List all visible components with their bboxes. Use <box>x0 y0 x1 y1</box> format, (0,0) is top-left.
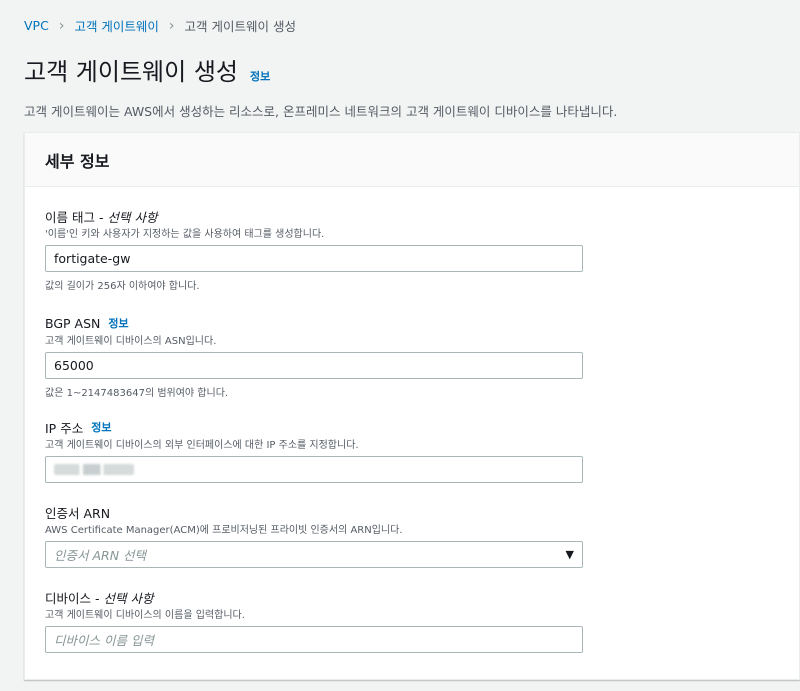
ip-address-label-text: IP 주소 <box>45 420 84 436</box>
name-tag-label: 이름 태그 - 선택 사항 <box>45 208 583 225</box>
name-tag-optional: 선택 사항 <box>107 209 158 225</box>
bgp-asn-info-link[interactable]: 정보 <box>108 315 128 331</box>
device-field: 디바이스 - 선택 사항 고객 게이트웨이 디바이스의 이름을 입력합니다. 디… <box>45 589 583 653</box>
ip-address-field: IP 주소 정보 고객 게이트웨이 디바이스의 외부 인터페이스에 대한 IP … <box>45 419 583 483</box>
device-name-input[interactable]: 디바이스 이름 입력 <box>45 626 583 653</box>
ip-address-input[interactable] <box>45 456 583 483</box>
caret-down-icon: ▼ <box>565 548 574 561</box>
bgp-asn-hint: 값은 1~2147483647의 범위여야 합니다. <box>45 388 229 399</box>
panel-header: 세부 정보 <box>25 133 799 187</box>
name-tag-hint: 값의 길이가 256자 이하여야 합니다. <box>45 281 200 292</box>
ip-address-label: IP 주소 정보 <box>45 419 583 436</box>
name-tag-input[interactable]: fortigate-gw <box>45 245 583 272</box>
bgp-asn-input[interactable]: 65000 <box>45 352 583 379</box>
breadcrumb-vpc-link[interactable]: VPC <box>24 18 49 33</box>
device-label: 디바이스 - 선택 사항 <box>45 589 583 606</box>
bgp-asn-description: 고객 게이트웨이 디바이스의 ASN입니다. <box>45 336 217 347</box>
bgp-asn-field: BGP ASN 정보 고객 게이트웨이 디바이스의 ASN입니다. 65000 … <box>45 315 583 399</box>
certificate-arn-field: 인증서 ARN AWS Certificate Manager(ACM)에 프로… <box>45 504 583 568</box>
bgp-asn-label: BGP ASN 정보 <box>45 315 583 331</box>
certificate-arn-description: AWS Certificate Manager(ACM)에 프로비저닝된 프라이… <box>45 525 403 536</box>
page-description: 고객 게이트웨이는 AWS에서 생성하는 리소스로, 온프레미스 네트워크의 고… <box>24 104 618 119</box>
name-tag-description: '이름'인 키와 사용자가 지정하는 값을 사용하여 태그를 생성합니다. <box>45 229 325 240</box>
breadcrumb: VPC › 고객 게이트웨이 › 고객 게이트웨이 생성 <box>24 16 296 35</box>
chevron-right-icon: › <box>58 17 65 34</box>
name-tag-field: 이름 태그 - 선택 사항 '이름'인 키와 사용자가 지정하는 값을 사용하여… <box>45 208 583 292</box>
page-title: 고객 게이트웨이 생성 <box>24 58 238 86</box>
ip-address-info-link[interactable]: 정보 <box>91 419 111 435</box>
page-info-link[interactable]: 정보 <box>250 68 270 84</box>
device-label-text: 디바이스 - <box>45 590 100 606</box>
certificate-arn-select[interactable]: 인증서 ARN 선택 ▼ <box>45 541 583 568</box>
certificate-arn-label-text: 인증서 ARN <box>45 505 111 521</box>
device-description: 고객 게이트웨이 디바이스의 이름을 입력합니다. <box>45 610 245 621</box>
device-optional: 선택 사항 <box>103 590 154 606</box>
breadcrumb-customer-gateways-link[interactable]: 고객 게이트웨이 <box>74 16 158 35</box>
redacted-ip-value <box>54 464 134 475</box>
breadcrumb-current: 고객 게이트웨이 생성 <box>184 19 296 34</box>
bgp-asn-label-text: BGP ASN <box>45 315 101 331</box>
name-tag-label-text: 이름 태그 - <box>45 209 104 225</box>
details-panel: 세부 정보 이름 태그 - 선택 사항 '이름'인 키와 사용자가 지정하는 값… <box>24 132 800 680</box>
page-header: 고객 게이트웨이 생성 정보 <box>24 52 270 87</box>
certificate-arn-label: 인증서 ARN <box>45 504 583 521</box>
chevron-right-icon: › <box>168 17 175 34</box>
panel-title: 세부 정보 <box>45 151 110 171</box>
ip-address-description: 고객 게이트웨이 디바이스의 외부 인터페이스에 대한 IP 주소를 지정합니다… <box>45 440 359 451</box>
device-name-placeholder: 디바이스 이름 입력 <box>54 633 154 648</box>
certificate-arn-placeholder: 인증서 ARN 선택 <box>54 548 147 563</box>
